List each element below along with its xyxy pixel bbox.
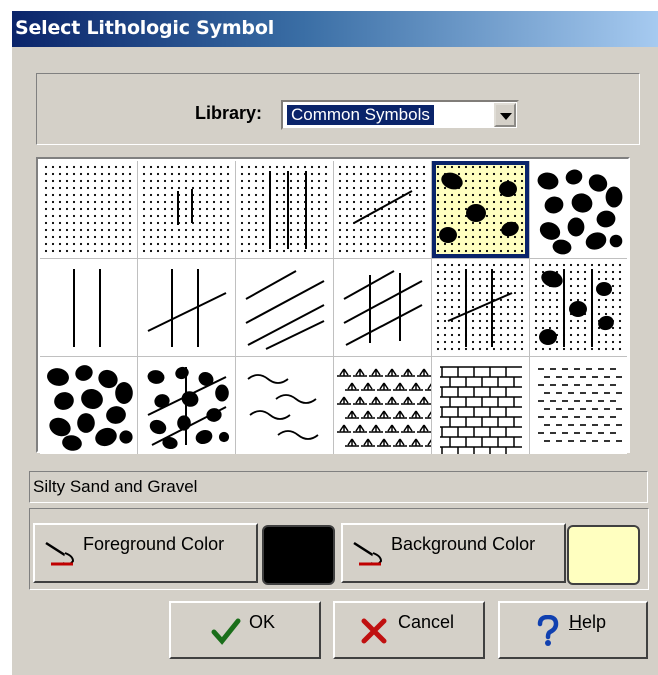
dots-long-lines-icon xyxy=(240,165,328,253)
diagonal-lines-icon xyxy=(245,270,325,350)
symbol-cell[interactable] xyxy=(432,357,529,454)
dropdown-arrow-icon[interactable] xyxy=(494,103,516,127)
symbol-cell[interactable] xyxy=(236,357,333,454)
blobs-dots-lines-icon xyxy=(534,263,622,351)
symbol-cell[interactable] xyxy=(138,259,235,356)
dashes-icon xyxy=(538,368,622,442)
color-group: Foreground Color Background Color xyxy=(29,508,649,590)
blobs-diagonal-lines-icon xyxy=(147,366,230,450)
symbol-cell[interactable] xyxy=(40,161,137,258)
foreground-color-label: Foreground Color xyxy=(83,534,225,554)
symbol-name-status: Silty Sand and Gravel xyxy=(29,471,648,503)
blobs-icon xyxy=(537,169,623,255)
grass-symbols-icon xyxy=(337,368,431,447)
library-dropdown[interactable]: Common Symbols xyxy=(281,100,519,130)
question-mark-icon xyxy=(537,615,559,646)
symbol-cell[interactable] xyxy=(432,259,529,356)
foreground-color-swatch[interactable] xyxy=(262,525,335,585)
vertical-diagonal-lines-icon xyxy=(147,269,227,347)
symbol-cell[interactable] xyxy=(530,259,627,356)
foreground-color-button[interactable]: Foreground Color xyxy=(33,523,258,583)
symbol-grid-frame xyxy=(36,157,630,454)
symbol-cell[interactable] xyxy=(138,357,235,454)
symbol-grid xyxy=(40,161,627,454)
symbol-cell[interactable] xyxy=(530,357,627,454)
library-selected-value: Common Symbols xyxy=(286,104,435,126)
title-bar[interactable]: Select Lithologic Symbol xyxy=(12,11,658,47)
window-title: Select Lithologic Symbol xyxy=(15,17,275,39)
symbol-cell[interactable] xyxy=(236,161,333,258)
ok-label: OK xyxy=(249,612,276,632)
ok-button[interactable]: OK xyxy=(169,601,321,659)
background-color-button[interactable]: Background Color xyxy=(341,523,566,583)
cancel-button[interactable]: Cancel xyxy=(333,601,485,659)
checkmark-icon xyxy=(211,618,241,645)
symbol-cell[interactable] xyxy=(530,161,627,258)
dots-lines-diagonal-icon xyxy=(436,263,524,351)
background-color-label: Background Color xyxy=(391,534,536,554)
symbol-cell[interactable] xyxy=(138,161,235,258)
x-mark-icon xyxy=(361,618,387,644)
vertical-lines-icon xyxy=(73,269,101,347)
symbol-cell[interactable] xyxy=(334,357,431,454)
color-picker-icon xyxy=(353,541,383,566)
symbol-cell[interactable] xyxy=(432,161,529,258)
dots-icon xyxy=(44,165,132,253)
help-button[interactable]: Help xyxy=(498,601,648,659)
dense-blobs-icon xyxy=(47,365,133,451)
background-color-swatch[interactable] xyxy=(567,525,640,585)
diagonal-crosshatch-icon xyxy=(343,270,423,346)
help-label: Help xyxy=(569,612,607,632)
cancel-label: Cancel xyxy=(398,612,455,632)
library-label: Library: xyxy=(195,103,263,123)
color-picker-icon xyxy=(45,541,75,566)
library-group: Library: Common Symbols xyxy=(36,73,640,145)
dots-blobs-icon xyxy=(436,165,524,253)
symbol-cell[interactable] xyxy=(40,259,137,356)
dots-diagonal-line-icon xyxy=(338,165,426,253)
dots-short-lines-icon xyxy=(142,165,230,253)
wavy-lines-icon xyxy=(247,374,319,440)
symbol-cell[interactable] xyxy=(236,259,333,356)
dialog-window: Select Lithologic Symbol Library: Common… xyxy=(11,10,658,675)
symbol-cell[interactable] xyxy=(334,259,431,356)
symbol-cell[interactable] xyxy=(334,161,431,258)
symbol-cell[interactable] xyxy=(40,357,137,454)
brick-icon xyxy=(440,366,522,454)
